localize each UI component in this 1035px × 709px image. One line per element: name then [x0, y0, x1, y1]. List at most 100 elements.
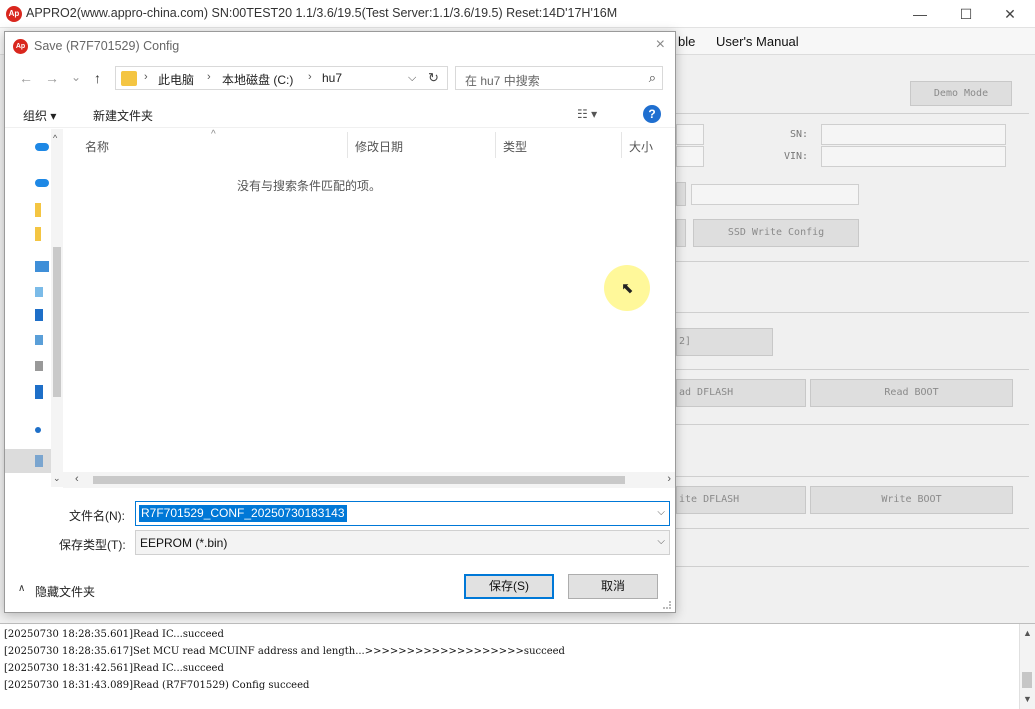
button-partial-1[interactable]	[676, 182, 686, 206]
hide-folders-toggle[interactable]: 隐藏文件夹	[35, 583, 95, 600]
scroll-up-icon[interactable]: ▲	[1023, 628, 1032, 638]
log-scrollbar[interactable]: ▲ ▼	[1019, 624, 1035, 709]
folder-icon[interactable]	[35, 227, 41, 241]
write-boot-button[interactable]: Write BOOT	[810, 486, 1013, 514]
save-dialog: Ap Save (R7F701529) Config × ← → ⌄ ↑ › 此…	[4, 31, 676, 613]
scroll-up-icon[interactable]: ^	[53, 133, 57, 143]
filename-input[interactable]: R7F701529_CONF_20250730183143 ⌵	[135, 501, 670, 526]
log-scroll-thumb[interactable]	[1022, 672, 1032, 688]
config-field[interactable]	[691, 184, 859, 205]
column-separator[interactable]	[347, 132, 348, 158]
vin-field[interactable]	[821, 146, 1006, 167]
empty-results-message: 没有与搜索条件匹配的项。	[236, 179, 381, 193]
address-dropdown-icon[interactable]: ⌵	[408, 72, 416, 85]
menu-item-partial[interactable]: ble	[678, 34, 695, 49]
field-partial-1[interactable]	[676, 124, 704, 145]
breadcrumb-local-disk[interactable]: 本地磁盘 (C:)	[222, 71, 293, 88]
dialog-title: Save (R7F701529) Config	[34, 39, 180, 53]
save-button[interactable]: 保存(S)	[464, 574, 554, 599]
write-dflash-button[interactable]: ite DFLASH	[676, 486, 806, 514]
nav-pane-selected-item[interactable]	[5, 449, 51, 473]
resize-grip-icon[interactable]	[663, 601, 671, 609]
column-header-date[interactable]: 修改日期	[355, 138, 403, 155]
refresh-icon[interactable]: ↻	[428, 70, 439, 86]
button-partial-2[interactable]	[676, 219, 686, 247]
breadcrumb-this-pc[interactable]: 此电脑	[158, 71, 194, 88]
view-options-icon[interactable]: ☷ ▾	[577, 107, 597, 121]
read-dflash-button[interactable]: ad DFLASH	[676, 379, 806, 407]
scroll-left-icon[interactable]: ‹	[75, 473, 79, 485]
onedrive-icon[interactable]	[35, 143, 49, 151]
panel-divider	[674, 566, 1029, 567]
file-list-pane: ^ 名称 修改日期 类型 大小 没有与搜索条件匹配的项。	[63, 129, 675, 487]
filetype-select[interactable]: EEPROM (*.bin) ⌵	[135, 530, 670, 555]
new-folder-button[interactable]: 新建文件夹	[93, 107, 153, 124]
chevron-down-icon[interactable]: ⌵	[657, 536, 665, 547]
log-line: [20250730 18:28:35.601]Read IC...succeed	[4, 629, 224, 640]
objects-icon[interactable]	[35, 287, 43, 297]
panel-divider	[674, 312, 1029, 313]
back-arrow-icon[interactable]: ←	[19, 70, 33, 86]
address-bar[interactable]: › 此电脑 › 本地磁盘 (C:) › hu7 ⌵ ↻	[115, 66, 448, 90]
folder-icon	[121, 71, 137, 86]
scroll-right-icon[interactable]: ›	[667, 473, 671, 485]
panel-divider	[674, 113, 1029, 114]
sort-ascending-icon: ^	[211, 129, 216, 140]
close-window-button[interactable]: ✕	[990, 3, 1030, 25]
search-icon[interactable]: ⌕	[649, 70, 656, 86]
music-icon[interactable]	[35, 427, 41, 433]
chevron-up-icon[interactable]: ∧	[18, 583, 25, 594]
read-boot-button[interactable]: Read BOOT	[810, 379, 1013, 407]
downloads-icon[interactable]	[35, 385, 43, 399]
videos-icon[interactable]	[35, 309, 43, 321]
app-title-bar: Ap APPRO2(www.appro-china.com) SN:00TEST…	[0, 0, 1035, 28]
navigation-row: ← → ⌄ ↑ › 此电脑 › 本地磁盘 (C:) › hu7 ⌵ ↻ 在 hu…	[5, 66, 675, 92]
panel-divider	[674, 528, 1029, 529]
folder-icon[interactable]	[35, 203, 41, 217]
documents-icon[interactable]	[35, 361, 43, 371]
onedrive-icon[interactable]	[35, 179, 49, 187]
horizontal-scrollbar[interactable]: ‹ ›	[63, 472, 675, 488]
nav-pane-scroll-thumb[interactable]	[53, 247, 61, 397]
up-arrow-icon[interactable]: ↑	[94, 70, 101, 86]
search-input[interactable]: 在 hu7 中搜索	[465, 72, 540, 89]
search-box[interactable]: 在 hu7 中搜索 ⌕	[455, 66, 663, 90]
forward-arrow-icon[interactable]: →	[45, 70, 59, 86]
column-separator[interactable]	[495, 132, 496, 158]
help-icon[interactable]: ?	[643, 105, 661, 123]
scroll-down-icon[interactable]: ▼	[1023, 694, 1032, 704]
menu-item-users-manual[interactable]: User's Manual	[716, 34, 799, 49]
horizontal-scroll-thumb[interactable]	[93, 476, 625, 484]
dialog-close-button[interactable]: ×	[656, 36, 665, 54]
log-line: [20250730 18:31:42.561]Read IC...succeed	[4, 663, 224, 674]
button-partial-3[interactable]: 2]	[676, 328, 773, 356]
dialog-toolbar: 组织 ▾ 新建文件夹 ☷ ▾ ?	[5, 100, 675, 128]
sn-field[interactable]	[821, 124, 1006, 145]
desktop-icon[interactable]	[35, 455, 43, 467]
log-line: [20250730 18:31:43.089]Read (R7F701529) …	[4, 680, 310, 691]
column-header-size[interactable]: 大小	[629, 138, 653, 155]
column-header-type[interactable]: 类型	[503, 138, 527, 155]
cancel-button[interactable]: 取消	[568, 574, 658, 599]
maximize-button[interactable]: ☐	[946, 3, 986, 25]
minimize-button[interactable]: —	[900, 3, 940, 25]
recent-locations-icon[interactable]: ⌄	[71, 70, 81, 84]
organize-menu[interactable]: 组织 ▾	[23, 107, 56, 124]
dialog-title-bar: Ap Save (R7F701529) Config ×	[5, 32, 675, 61]
filename-value[interactable]: R7F701529_CONF_20250730183143	[139, 505, 347, 522]
breadcrumb-hu7[interactable]: hu7	[322, 71, 342, 85]
scroll-down-icon[interactable]: ⌄	[53, 473, 61, 484]
column-header-name[interactable]: 名称	[85, 138, 109, 155]
column-separator[interactable]	[621, 132, 622, 158]
ssd-write-config-button[interactable]: SSD Write Config	[693, 219, 859, 247]
filetype-label: 保存类型(T):	[59, 538, 126, 552]
pictures-icon[interactable]	[35, 335, 43, 345]
demo-mode-button[interactable]: Demo Mode	[910, 81, 1012, 106]
field-partial-2[interactable]	[676, 146, 704, 167]
dialog-logo-icon: Ap	[13, 39, 28, 54]
panel-divider	[674, 369, 1029, 370]
mouse-cursor-icon: ⬉	[621, 280, 634, 297]
log-panel: [20250730 18:28:35.601]Read IC...succeed…	[0, 623, 1035, 709]
this-pc-icon[interactable]	[35, 261, 49, 272]
chevron-down-icon[interactable]: ⌵	[657, 507, 665, 518]
